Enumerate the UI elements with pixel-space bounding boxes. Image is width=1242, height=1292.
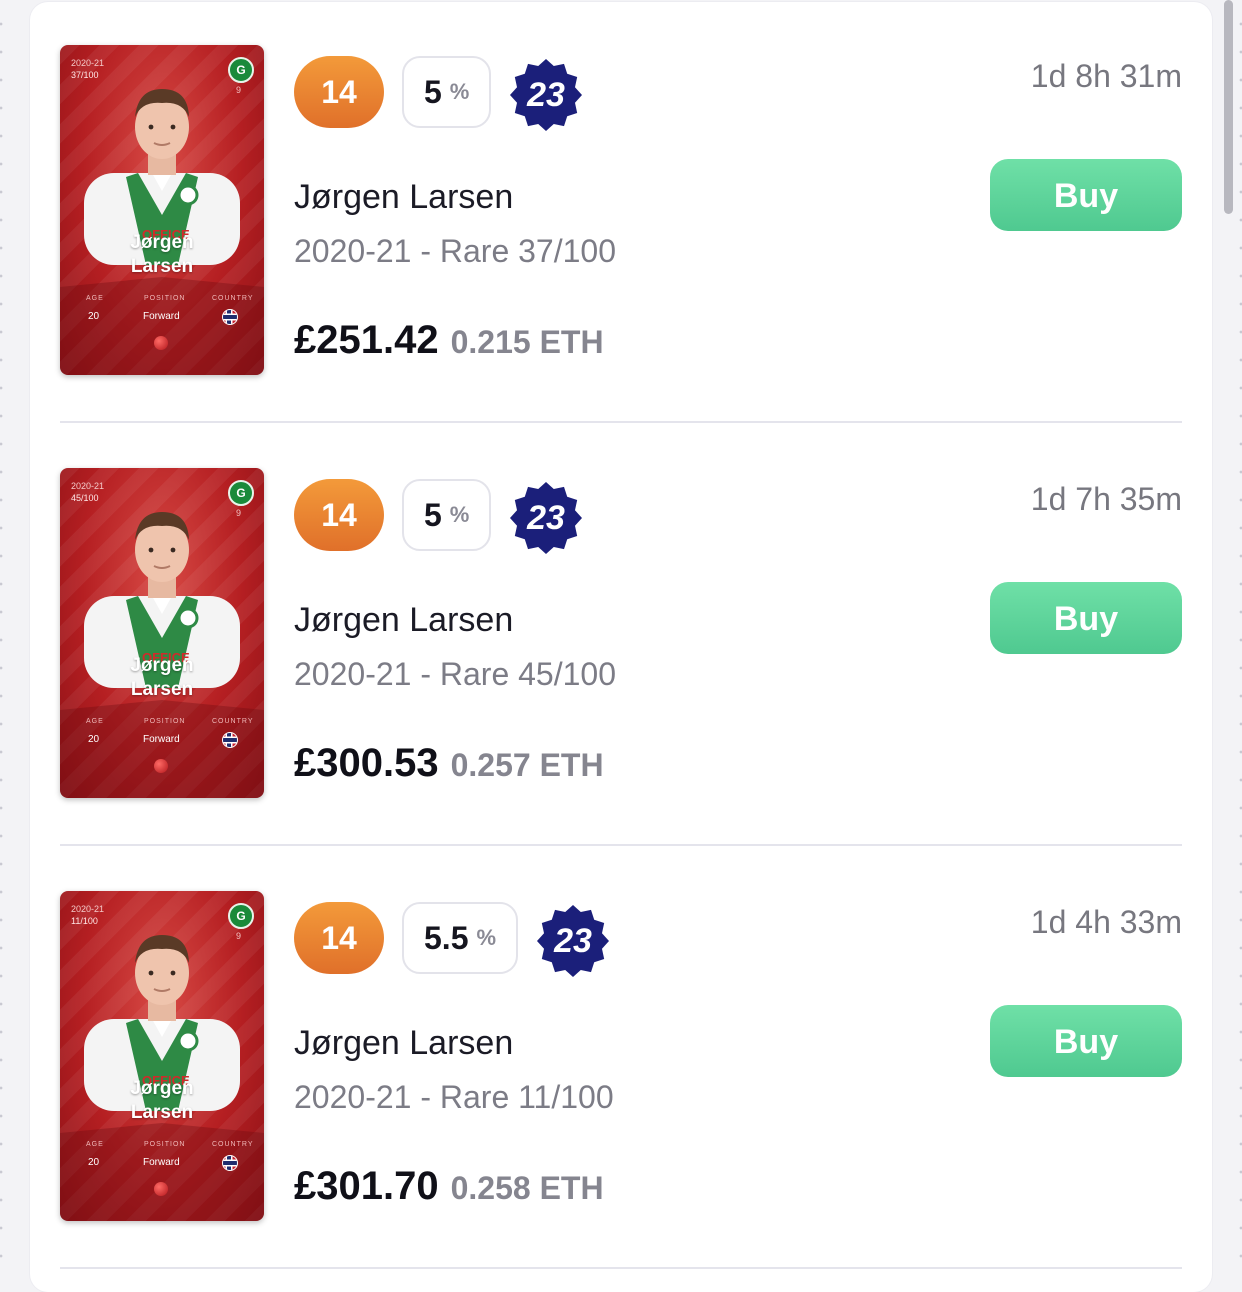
card-age: 20 xyxy=(88,734,100,745)
score-badge: 23 xyxy=(536,904,610,978)
card-age-label: AGE xyxy=(86,295,104,302)
listing-item: 2020-21 11/100 G 9 OFFICE Jørgen Larsen … xyxy=(30,846,1212,1269)
player-name[interactable]: Jørgen Larsen xyxy=(294,178,513,217)
player-name[interactable]: Jørgen Larsen xyxy=(294,601,513,640)
bonus-value: 5 xyxy=(424,73,442,110)
card-name-last: Larsen xyxy=(130,679,194,700)
bonus-value: 5 xyxy=(424,496,442,533)
card-age: 20 xyxy=(88,311,100,322)
score-value: 23 xyxy=(554,922,592,960)
price-row: £300.53 0.257 ETH xyxy=(294,741,604,786)
card-name-first: Jørgen xyxy=(130,655,194,676)
listings-panel: 2020-21 37/100 G 9 OFFICE Jørgen Larsen … xyxy=(30,2,1212,1292)
buy-button[interactable]: Buy xyxy=(990,1005,1182,1077)
scrollbar[interactable] xyxy=(1224,0,1233,214)
card-name-first: Jørgen xyxy=(130,1078,194,1099)
player-card[interactable]: 2020-21 45/100 G 9 OFFICE Jørgen Larsen … xyxy=(60,468,264,798)
ball-icon xyxy=(154,1182,168,1196)
score-value: 23 xyxy=(527,76,565,114)
player-name[interactable]: Jørgen Larsen xyxy=(294,1024,513,1063)
ball-icon xyxy=(154,336,168,350)
time-remaining: 1d 8h 31m xyxy=(1030,58,1182,94)
bonus-badge: 5 % xyxy=(402,479,492,551)
divider xyxy=(60,1267,1182,1269)
card-country-label: COUNTRY xyxy=(212,295,254,302)
card-position: Forward xyxy=(143,311,180,322)
level-badge: 14 xyxy=(294,479,384,551)
listing-item: 2020-21 37/100 G 9 OFFICE Jørgen Larsen … xyxy=(30,0,1212,423)
card-age-label: AGE xyxy=(86,718,104,725)
player-card[interactable]: 2020-21 11/100 G 9 OFFICE Jørgen Larsen … xyxy=(60,891,264,1221)
score-value: 23 xyxy=(527,499,565,537)
score-badge: 23 xyxy=(509,481,583,555)
time-remaining: 1d 7h 35m xyxy=(1030,481,1182,517)
price-fiat: £300.53 xyxy=(294,741,439,785)
card-name-first: Jørgen xyxy=(130,232,194,253)
price-eth: 0.257 ETH xyxy=(450,747,604,783)
listing-item: 2020-21 45/100 G 9 OFFICE Jørgen Larsen … xyxy=(30,423,1212,846)
card-player-name: Jørgen Larsen xyxy=(60,654,264,702)
norway-flag-icon xyxy=(222,309,238,325)
card-name-last: Larsen xyxy=(130,1102,194,1123)
card-meta: 2020-21 - Rare 37/100 xyxy=(294,233,616,269)
ball-icon xyxy=(154,759,168,773)
bonus-badge: 5 % xyxy=(402,56,492,128)
buy-button[interactable]: Buy xyxy=(990,582,1182,654)
card-age: 20 xyxy=(88,1157,100,1168)
level-badge: 14 xyxy=(294,56,384,128)
price-eth: 0.215 ETH xyxy=(450,324,604,360)
card-meta: 2020-21 - Rare 45/100 xyxy=(294,656,616,692)
card-name-last: Larsen xyxy=(130,256,194,277)
card-meta: 2020-21 - Rare 11/100 xyxy=(294,1079,614,1115)
buy-button[interactable]: Buy xyxy=(990,159,1182,231)
card-age-label: AGE xyxy=(86,1141,104,1148)
percent-icon: % xyxy=(449,79,470,104)
price-fiat: £251.42 xyxy=(294,318,439,362)
time-remaining: 1d 4h 33m xyxy=(1030,904,1182,940)
card-footer-shape xyxy=(60,1123,264,1221)
card-player-name: Jørgen Larsen xyxy=(60,231,264,279)
bonus-value: 5.5 xyxy=(424,919,469,956)
price-eth: 0.258 ETH xyxy=(450,1170,604,1206)
player-card[interactable]: 2020-21 37/100 G 9 OFFICE Jørgen Larsen … xyxy=(60,45,264,375)
card-country-label: COUNTRY xyxy=(212,1141,254,1148)
price-row: £301.70 0.258 ETH xyxy=(294,1164,604,1209)
card-position-label: POSITION xyxy=(144,1141,186,1148)
card-position-label: POSITION xyxy=(144,295,186,302)
percent-icon: % xyxy=(476,925,497,950)
price-fiat: £301.70 xyxy=(294,1164,439,1208)
norway-flag-icon xyxy=(222,732,238,748)
norway-flag-icon xyxy=(222,1155,238,1171)
card-footer-shape xyxy=(60,700,264,798)
card-position-label: POSITION xyxy=(144,718,186,725)
card-footer-shape xyxy=(60,277,264,375)
card-position: Forward xyxy=(143,1157,180,1168)
bonus-badge: 5.5 % xyxy=(402,902,519,974)
level-badge: 14 xyxy=(294,902,384,974)
card-country-label: COUNTRY xyxy=(212,718,254,725)
score-badge: 23 xyxy=(509,58,583,132)
card-position: Forward xyxy=(143,734,180,745)
background-dots-left xyxy=(0,0,30,1275)
percent-icon: % xyxy=(449,502,470,527)
card-player-name: Jørgen Larsen xyxy=(60,1077,264,1125)
price-row: £251.42 0.215 ETH xyxy=(294,318,604,363)
